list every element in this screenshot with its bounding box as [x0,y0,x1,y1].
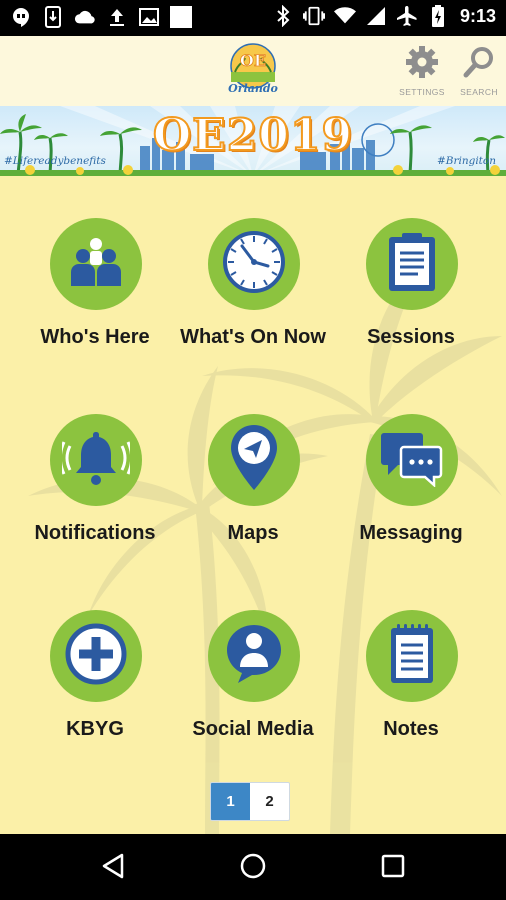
clock-time: 9:13 [459,5,496,26]
tile-circle [366,610,458,702]
logo-oe-text: OE [240,51,266,70]
tile-circle [50,218,142,310]
tile-whos-here[interactable]: Who's Here [16,176,174,348]
tile-circle [208,218,300,310]
tile-whats-on-now[interactable]: What's On Now [174,176,332,348]
tile-label: Messaging [359,522,463,544]
page-1-button[interactable]: 1 [211,783,250,820]
app-header: OE Orlando SETTINGS SEARCH [0,36,506,106]
map-pin-icon [228,423,280,498]
blank-square-icon [170,6,192,28]
airplane-icon [396,5,418,27]
search-button[interactable]: SEARCH [451,44,506,100]
oe-orlando-logo[interactable]: OE Orlando [221,42,285,100]
cloud-icon [74,6,96,28]
tile-social-media[interactable]: Social Media [174,568,332,740]
hashtag-right: #Bringiton [436,155,496,167]
tile-circle [208,610,300,702]
people-icon [66,234,126,295]
vibrate-icon [302,5,325,27]
android-nav-bar [0,834,506,900]
page-indicator: 1 2 [210,782,290,821]
clock-icon [222,230,286,299]
tile-messaging[interactable]: Messaging [332,372,490,544]
tile-label: Notes [383,718,439,740]
tile-label: Sessions [367,326,455,348]
bell-icon [58,428,134,493]
battery-charging-icon [427,5,449,27]
recents-button[interactable] [373,848,413,888]
recents-icon [381,854,405,883]
tile-circle [50,610,142,702]
tile-notifications[interactable]: Notifications [16,372,174,544]
status-bar: 9:13 [0,0,506,36]
phone-download-icon [42,6,64,28]
home-grid: Who's Here What's On Now Sessions Notifi… [0,176,506,834]
hangouts-icon [10,6,32,28]
cellular-signal-icon [365,5,387,27]
search-label: SEARCH [460,87,498,97]
settings-button[interactable]: SETTINGS [394,44,450,100]
tile-notes[interactable]: Notes [332,568,490,740]
wifi-icon [333,5,356,27]
back-icon [100,852,126,885]
tile-sessions[interactable]: Sessions [332,176,490,348]
home-button[interactable] [233,848,273,888]
search-icon [461,44,497,85]
logo-orlando-text: Orlando [228,82,278,95]
settings-label: SETTINGS [399,87,445,97]
tile-circle [208,414,300,506]
tile-circle [50,414,142,506]
gear-icon [404,44,440,85]
hashtag-left: #Lifereadybenefits [4,155,106,167]
image-icon [138,6,160,28]
tile-kbyg[interactable]: KBYG [16,568,174,740]
banner-title: OE2019 [152,109,354,162]
plus-icon [65,623,127,690]
bluetooth-icon [272,5,294,27]
tile-circle [366,414,458,506]
tile-maps[interactable]: Maps [174,372,332,544]
back-button[interactable] [93,848,133,888]
event-banner: OE2019 #Lifereadybenefits #Bringiton [0,106,506,176]
upload-icon [106,6,128,28]
chat-icon [380,429,444,492]
page-2-button[interactable]: 2 [250,783,289,820]
tile-circle [366,218,458,310]
notepad-icon [389,623,435,690]
social-person-icon [224,623,284,690]
home-icon [239,852,267,885]
clipboard-icon [387,231,437,298]
